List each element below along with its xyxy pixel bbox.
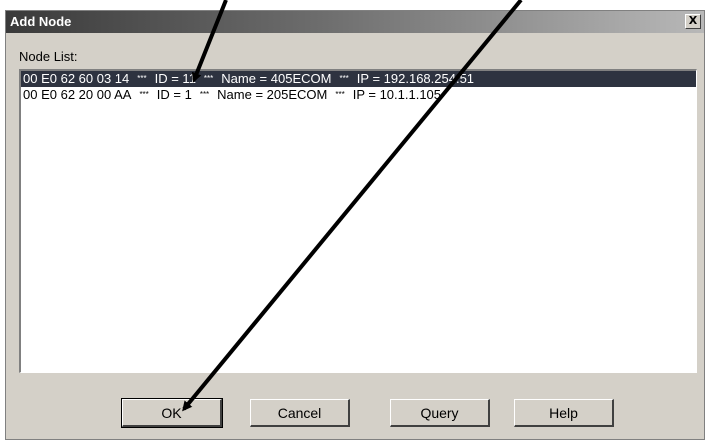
list-item[interactable]: 00 E0 62 20 00 AA *** ID = 1 *** Name = 205E… — [21, 87, 696, 103]
node-id: ID = 1 — [156, 87, 192, 102]
separator: *** — [199, 90, 210, 99]
list-item[interactable]: 00 E0 62 60 03 14 *** ID = 11 *** Name = 405… — [21, 71, 696, 87]
separator: *** — [203, 74, 214, 83]
help-button[interactable]: Help — [514, 399, 614, 427]
node-id: ID = 11 — [154, 71, 196, 86]
separator: *** — [335, 90, 345, 99]
node-name: Name = 205ECOM — [217, 87, 328, 102]
node-mac: 00 E0 62 20 00 AA — [23, 87, 132, 102]
title-bar[interactable]: Add Node X — [6, 11, 704, 33]
window-title: Add Node — [10, 14, 72, 29]
cancel-button[interactable]: Cancel — [250, 399, 350, 427]
node-list-label: Node List: — [19, 49, 78, 64]
ok-button[interactable]: OK — [121, 398, 223, 428]
node-ip: IP = 10.1.1.105 — [352, 87, 442, 102]
node-ip: IP = 192.168.254.51 — [356, 71, 475, 86]
node-listbox[interactable]: 00 E0 62 60 03 14 *** ID = 11 *** Name = 405… — [19, 69, 697, 373]
close-icon[interactable]: X — [685, 14, 701, 29]
add-node-dialog: Add Node X Node List: 00 E0 62 60 03 14 *… — [5, 10, 705, 440]
button-row: OK Cancel Query Help — [6, 398, 704, 429]
separator: *** — [137, 74, 147, 83]
query-button[interactable]: Query — [390, 399, 490, 427]
node-mac: 00 E0 62 60 03 14 — [23, 71, 130, 86]
separator: *** — [139, 90, 149, 99]
node-name: Name = 405ECOM — [221, 71, 332, 86]
separator: *** — [339, 74, 349, 83]
